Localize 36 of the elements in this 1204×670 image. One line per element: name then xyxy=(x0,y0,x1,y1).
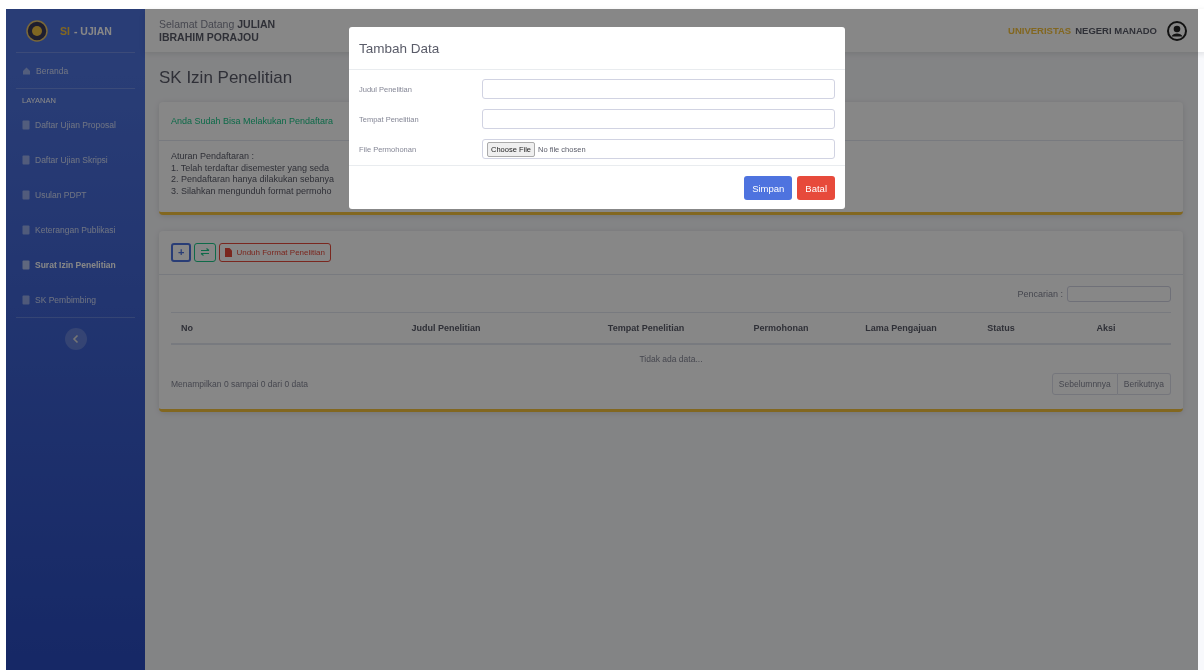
dialog-button[interactable]: Simpan xyxy=(744,176,793,200)
search-field[interactable] xyxy=(1067,285,1171,302)
swap-arrows-icon xyxy=(200,248,211,257)
dialog-button[interactable]: Batal xyxy=(797,176,835,200)
modal-title: Tambah Data xyxy=(359,40,440,56)
rule-text: 2. Pendaftaran hanya dilakukan sebanya xyxy=(171,174,335,187)
sidebar-item[interactable]: Usulan PDPT xyxy=(14,177,137,212)
search-label: Pencarian : xyxy=(1017,288,1063,299)
welcome-text: Selamat Datang JULIAN IBRAHIM PORAJOU xyxy=(159,17,277,44)
add-button[interactable]: + xyxy=(171,242,192,262)
input-field[interactable] xyxy=(482,79,835,99)
column-header[interactable]: Aksi xyxy=(1041,322,1171,333)
university-name: NEGERI MANADO xyxy=(1075,25,1157,36)
pagination-button[interactable]: Sebelumnnya xyxy=(1051,372,1118,395)
brand-prefix: SI xyxy=(60,24,70,37)
university-prefix: UNIVERISTAS xyxy=(1008,25,1072,36)
sidebar-item[interactable]: Keterangan Publikasi xyxy=(14,212,137,247)
column-header[interactable]: Tempat Penelitian xyxy=(571,322,721,333)
column-header[interactable]: Status xyxy=(961,322,1041,333)
input-field[interactable] xyxy=(482,109,835,129)
column-header[interactable]: No xyxy=(171,322,321,333)
empty-message: Tidak ada data... xyxy=(638,352,704,366)
download-format-button[interactable]: Unduh Format Penelitian xyxy=(219,242,331,262)
emblem-logo-icon xyxy=(26,19,48,42)
rule-text: 3. Silahkan mengunduh format permoho xyxy=(171,186,332,198)
file-icon xyxy=(225,247,233,257)
column-header[interactable]: Permohonan xyxy=(721,322,841,333)
column-header[interactable]: Lama Pengajuan xyxy=(841,322,961,333)
sidebar-item[interactable]: Surat Izin Penelitian xyxy=(14,247,137,282)
refresh-button[interactable] xyxy=(194,242,217,262)
rule-text: 1. Telah terdaftar disemester yang seda xyxy=(171,162,329,175)
brand-name: - UJIAN xyxy=(73,24,112,37)
rules-title: Aturan Pendaftaran : xyxy=(171,151,255,163)
page-title: SK Izin Penelitian xyxy=(159,68,294,88)
user-avatar-icon[interactable] xyxy=(1167,20,1187,41)
column-header[interactable]: Judul Penelitian xyxy=(321,322,571,333)
